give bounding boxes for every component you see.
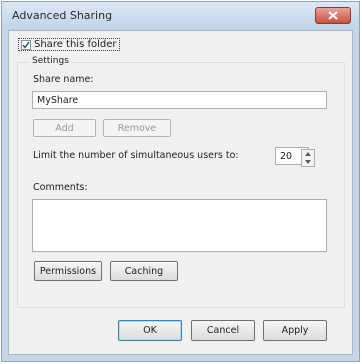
add-button[interactable]: Add [33, 119, 96, 137]
spin-up-button[interactable] [302, 150, 314, 158]
settings-legend: Settings [29, 56, 72, 66]
ok-button-label: OK [143, 325, 157, 336]
limit-users-label: Limit the number of simultaneous users t… [33, 150, 239, 161]
share-name-input[interactable]: MyShare [32, 91, 327, 109]
share-name-label: Share name: [33, 74, 94, 85]
title-bar: Advanced Sharing [2, 2, 359, 30]
share-folder-checkbox-box[interactable] [21, 39, 31, 50]
cancel-button[interactable]: Cancel [191, 320, 255, 341]
caching-button-label: Caching [124, 265, 164, 277]
close-icon [328, 11, 338, 20]
cancel-button-label: Cancel [206, 325, 240, 336]
comments-label: Comments: [33, 182, 88, 193]
remove-button[interactable]: Remove [103, 119, 171, 137]
window-title: Advanced Sharing [12, 9, 113, 22]
share-name-value: MyShare [37, 95, 79, 106]
add-button-label: Add [55, 122, 74, 134]
share-folder-label: Share this folder [34, 39, 117, 50]
dialog-client-area: Share this folder Settings Share name: M… [8, 30, 353, 355]
spin-down-icon [305, 160, 311, 164]
share-folder-checkbox[interactable]: Share this folder [18, 38, 120, 51]
apply-button-label: Apply [281, 325, 309, 336]
spin-down-button[interactable] [302, 158, 314, 166]
spin-up-icon [305, 152, 311, 156]
limit-users-value: 20 [280, 151, 293, 162]
caching-button[interactable]: Caching [110, 261, 178, 281]
advanced-sharing-dialog: Advanced Sharing Share this folder Setti… [1, 1, 360, 362]
checkmark-icon [22, 41, 30, 49]
remove-button-label: Remove [117, 122, 157, 134]
permissions-button-label: Permissions [39, 265, 97, 277]
limit-users-spinner[interactable] [301, 149, 315, 167]
comments-input[interactable] [32, 199, 327, 252]
permissions-button[interactable]: Permissions [34, 261, 102, 281]
apply-button[interactable]: Apply [263, 320, 327, 341]
close-button[interactable] [315, 7, 351, 24]
ok-button[interactable]: OK [118, 320, 182, 341]
